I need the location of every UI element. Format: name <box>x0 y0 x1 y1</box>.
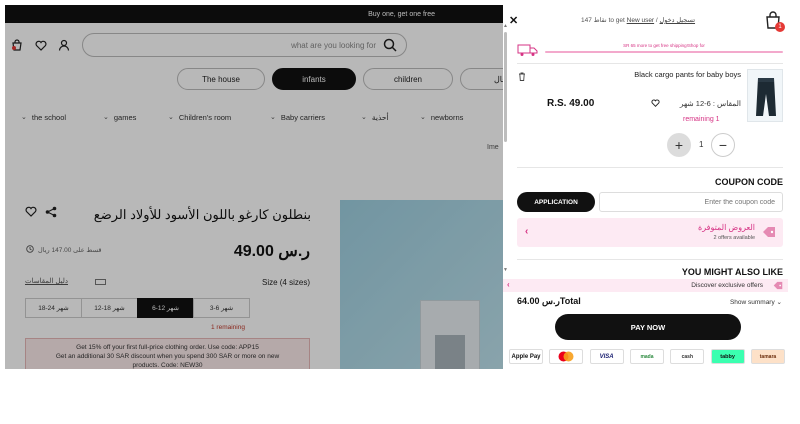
offers-subtitle: 2 offers available <box>713 235 755 241</box>
cash-on-delivery-icon: cash <box>670 349 705 364</box>
cart-item-image[interactable] <box>747 69 783 122</box>
cart-scrollbar[interactable] <box>504 32 507 142</box>
checkout-footer: ‹ Discover exclusive offers 64.00 ر.سTot… <box>503 279 788 369</box>
cart-item-name[interactable]: Black cargo pants for baby boys <box>621 69 741 81</box>
new-user-link[interactable]: New user <box>627 17 654 24</box>
tabby-icon: tabby <box>710 349 745 364</box>
cart-drawer: ▲ ▼ ✕ 147 نقاط to get New user / تسجيل د… <box>503 5 788 369</box>
cart-content: ▲ ▼ ✕ 147 نقاط to get New user / تسجيل د… <box>503 5 788 369</box>
available-offers[interactable]: العروض المتوفرة 2 offers available ‹ <box>517 218 783 247</box>
shopping-bag-icon[interactable]: 1 <box>765 11 785 32</box>
payment-label: cash <box>681 353 694 360</box>
mada-icon: mada <box>629 349 664 364</box>
trash-icon[interactable] <box>518 72 526 83</box>
show-summary-toggle[interactable]: Show summary ⌄ <box>730 298 782 306</box>
payment-label: mada <box>640 353 654 360</box>
mastercard-icon <box>549 349 584 364</box>
total-row: 64.00 ر.سTotal Show summary ⌄ <box>503 296 788 308</box>
apple-pay-icon: Apple Pay <box>509 349 543 364</box>
login-prefix: to get <box>608 17 625 24</box>
scroll-up-arrow[interactable]: ▲ <box>503 23 508 29</box>
bag-count-badge: 1 <box>775 22 785 32</box>
exclusive-offers-text: Discover exclusive offers <box>691 282 763 289</box>
payment-methods: Apple Pay VISA mada cash tabby tamara <box>509 349 785 365</box>
quantity-decrease-button[interactable]: − <box>711 133 735 157</box>
cart-item-remaining: remaining 1 <box>683 116 720 123</box>
show-summary-label: Show summary <box>729 299 775 306</box>
login-link[interactable]: تسجيل دخول <box>660 17 696 24</box>
page-overlay[interactable] <box>5 5 503 369</box>
offers-title: العروض المتوفرة <box>698 223 755 232</box>
payment-label: VISA <box>599 353 614 360</box>
visa-icon: VISA <box>589 349 624 364</box>
chevron-left-icon: ‹ <box>507 280 510 289</box>
login-prompt: 147 نقاط to get New user / تسجيل دخول <box>581 17 696 24</box>
payment-label: Apple Pay <box>511 353 541 360</box>
order-total: 64.00 ر.سTotal <box>517 296 581 306</box>
tag-icon <box>762 226 776 240</box>
exclusive-offers-bar[interactable]: ‹ Discover exclusive offers <box>503 279 788 292</box>
coupon-code-input[interactable] <box>599 192 783 212</box>
shipping-progress-bar <box>545 51 783 53</box>
divider <box>517 63 783 64</box>
payment-label: tamara <box>759 353 777 360</box>
quantity-increase-button[interactable]: + <box>667 133 691 157</box>
product-page: Buy one, get one free what are you looki… <box>5 5 503 369</box>
quantity-value: 1 <box>699 140 704 149</box>
app-window: Buy one, get one free what are you looki… <box>5 5 788 369</box>
truck-icon <box>517 43 539 57</box>
scroll-down-arrow[interactable]: ▼ <box>503 267 508 273</box>
divider <box>517 167 783 168</box>
apply-coupon-button[interactable]: APPLICATION <box>517 192 595 212</box>
divider <box>517 259 783 260</box>
shipping-text: SR 65 more to get free shipping!Shop for <box>623 43 705 48</box>
chevron-down-icon: ⌄ <box>776 299 782 306</box>
recommendations-title: YOU MIGHT ALSO LIKE <box>681 267 783 277</box>
cart-item-price: R.S. 49.00 <box>547 98 595 109</box>
coupon-title: COUPON CODE <box>714 177 783 187</box>
points-text: 147 نقاط <box>581 17 607 24</box>
cart-item-size: المقاس : 6-12 شهر <box>679 99 741 108</box>
tag-icon <box>773 281 783 292</box>
chevron-left-icon: ‹ <box>525 226 529 237</box>
tamara-icon: tamara <box>750 349 785 364</box>
free-shipping-progress: SR 65 more to get free shipping!Shop for <box>517 43 783 57</box>
payment-label: tabby <box>720 353 735 360</box>
pay-now-button[interactable]: PAY NOW <box>555 314 741 340</box>
close-icon[interactable]: ✕ <box>509 14 518 27</box>
